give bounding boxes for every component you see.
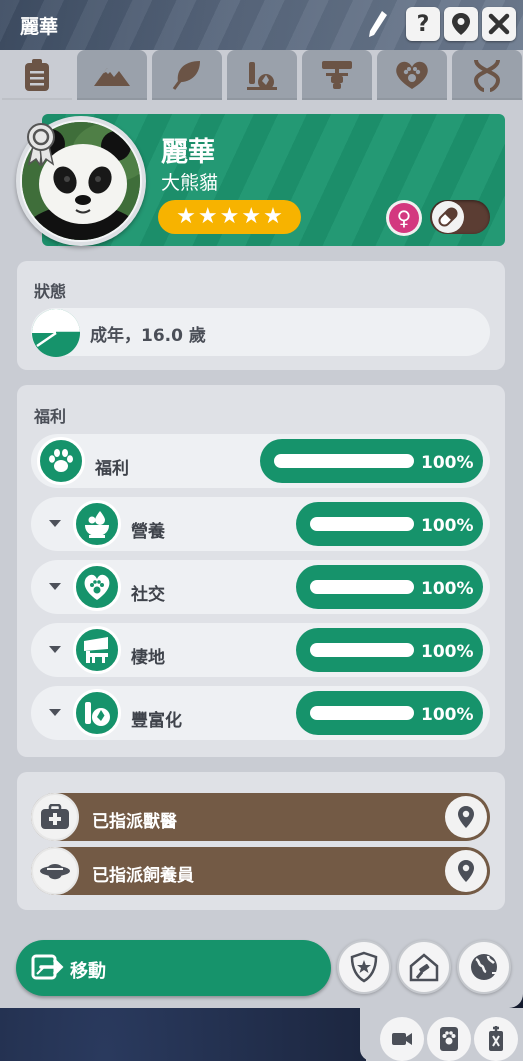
welfare-overall-percent: 100%: [421, 453, 474, 473]
assigned-keeper-label: 已指派飼養員: [92, 866, 194, 886]
no-breeding-button[interactable]: [474, 1017, 518, 1061]
location-pin-icon: [458, 860, 474, 882]
welfare-overall-label: 福利: [95, 459, 129, 479]
move-icon: [31, 952, 65, 986]
animal-species: 大熊貓: [161, 172, 219, 194]
welfare-overall-bar-fill: [274, 454, 414, 468]
tab-genetics[interactable]: [452, 50, 522, 100]
location-pin-icon: [458, 806, 474, 828]
food-bowl-icon: [73, 500, 121, 548]
move-label: 移動: [70, 961, 106, 982]
camera-button[interactable]: [380, 1017, 424, 1061]
award-ribbon-icon[interactable]: [24, 122, 58, 168]
welfare-item-label-nutrition: 營養: [131, 522, 165, 542]
pill-icon: [438, 207, 458, 227]
help-label: ?: [416, 11, 430, 37]
close-icon: [488, 13, 510, 35]
shelter-icon: [73, 626, 121, 674]
mountain-icon: [94, 68, 130, 86]
shield-star-icon: [350, 951, 378, 983]
expand-caret-icon[interactable]: [49, 583, 61, 590]
contraceptive-knob[interactable]: [432, 201, 464, 233]
vet-locate-button[interactable]: [445, 796, 487, 838]
dna-icon: [473, 59, 501, 92]
habitat-bar-fill: [310, 643, 414, 657]
globe-icon: [471, 954, 499, 980]
keeper-hat-icon: [31, 847, 79, 895]
window-title: 麗華: [20, 16, 59, 38]
expand-caret-icon[interactable]: [49, 520, 61, 527]
enrichment-percent: 100%: [421, 705, 474, 725]
habitat-percent: 100%: [421, 642, 474, 662]
star-icon: ★: [176, 204, 196, 229]
heart-paw-icon: [73, 563, 121, 611]
enrichment-icon: [73, 689, 121, 737]
video-camera-icon: [392, 1033, 412, 1045]
animal-book-button[interactable]: [427, 1017, 471, 1061]
animal-info-window: 麗華 ? 麗華 大熊貓 ★ ★ ★ ★ ★ ♀ 狀態 成年，16.0 歲 福利 …: [0, 0, 523, 1008]
location-pin-icon: [452, 13, 470, 35]
star-icon: ★: [219, 204, 240, 229]
close-button[interactable]: [482, 7, 516, 41]
social-percent: 100%: [421, 579, 474, 599]
nutrition-percent: 100%: [421, 516, 474, 536]
keeper-locate-button[interactable]: [445, 850, 487, 892]
tab-family[interactable]: [302, 50, 372, 100]
paw-icon: [37, 437, 85, 485]
status-title: 狀態: [34, 282, 67, 301]
assigned-vet-label: 已指派獸醫: [92, 812, 177, 832]
star-icon: ★: [263, 204, 283, 229]
expand-caret-icon[interactable]: [49, 646, 61, 653]
welfare-item-label-habitat: 棲地: [131, 648, 165, 668]
house-gavel-icon: [409, 953, 439, 982]
star-rating: ★ ★ ★ ★ ★: [158, 200, 301, 234]
tab-social[interactable]: [377, 50, 447, 100]
family-tree-icon: [322, 61, 352, 89]
medical-kit-icon: [31, 793, 79, 841]
age-status-text: 成年，16.0 歲: [90, 326, 206, 346]
sell-animal-button[interactable]: [397, 940, 451, 994]
heart-paw-icon: [396, 61, 428, 89]
welfare-title: 福利: [34, 407, 67, 426]
welfare-item-label-social: 社交: [131, 585, 165, 605]
enrichment-icon: [247, 62, 277, 90]
expand-caret-icon[interactable]: [49, 709, 61, 716]
paw-book-icon: [440, 1027, 458, 1051]
release-button[interactable]: [457, 940, 511, 994]
sex-badge: ♀: [386, 200, 422, 236]
welfare-item-label-enrichment: 豐富化: [131, 711, 182, 731]
edit-name-pencil-icon[interactable]: [366, 9, 390, 39]
tab-info[interactable]: [2, 50, 72, 100]
tab-enrichment[interactable]: [227, 50, 297, 100]
star-icon: ★: [197, 204, 218, 229]
locate-button[interactable]: [444, 7, 478, 41]
title-bar[interactable]: 麗華 ?: [0, 0, 523, 50]
tab-habitat[interactable]: [77, 50, 147, 100]
clipboard-icon: [25, 59, 49, 91]
female-icon: ♀: [389, 203, 419, 233]
social-bar-fill: [310, 580, 414, 594]
enrichment-bar-fill: [310, 706, 414, 720]
animal-name: 麗華: [161, 137, 215, 168]
tab-bar: [0, 50, 523, 100]
star-icon: ★: [241, 204, 262, 229]
nutrition-bar-fill: [310, 517, 414, 531]
leaf-icon: [172, 61, 200, 90]
age-clock-icon: [31, 308, 81, 358]
tab-diet[interactable]: [152, 50, 222, 100]
security-button[interactable]: [337, 940, 391, 994]
no-breeding-icon: [489, 1026, 503, 1051]
help-button[interactable]: ?: [406, 7, 440, 41]
